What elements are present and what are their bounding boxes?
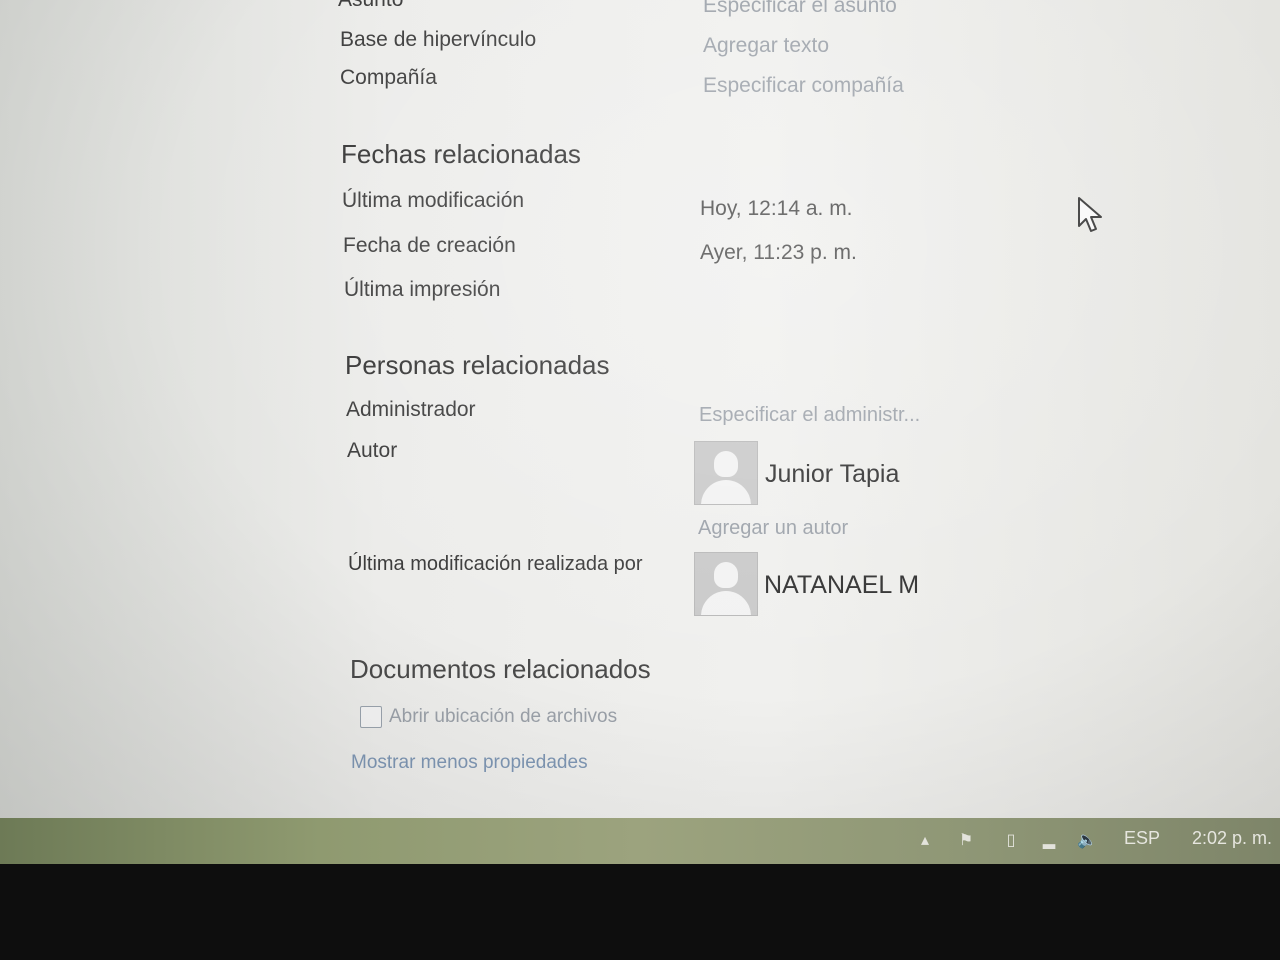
section-heading-dates: Fechas relacionadas — [341, 139, 581, 169]
last-modified-by-avatar — [694, 552, 758, 616]
prop-label-hyperlink-base: Base de hipervínculo — [340, 28, 537, 51]
prop-label-company: Compañía — [340, 66, 437, 89]
avatar-body-shape — [701, 480, 751, 504]
prop-label-created: Fecha de creación — [343, 234, 516, 257]
clock[interactable]: 2:02 p. m. — [1192, 828, 1272, 849]
prop-label-last-modified: Última modificación — [342, 189, 525, 212]
volume-icon[interactable]: 🔈 — [1076, 830, 1098, 852]
avatar-head-shape — [714, 562, 738, 588]
author-name[interactable]: Junior Tapia — [765, 460, 899, 489]
prop-label-author: Autor — [347, 439, 398, 462]
avatar-head-shape — [714, 451, 738, 477]
mouse-pointer-icon — [1078, 197, 1102, 232]
prop-value-manager[interactable]: Especificar el administr... — [699, 404, 920, 427]
prop-label-last-modified-by: Última modificación realizada por — [348, 553, 643, 575]
prop-value-last-modified: Hoy, 12:14 a. m. — [700, 197, 853, 220]
avatar-body-shape — [701, 591, 751, 615]
battery-icon[interactable]: ▯ — [1000, 830, 1022, 852]
action-center-flag-icon[interactable]: ⚑ — [955, 830, 977, 852]
prop-label-subject: Asunto — [338, 0, 403, 12]
properties-panel: Asunto Especificar el asunto Base de hip… — [0, 0, 1280, 822]
prop-label-last-printed: Última impresión — [344, 278, 501, 301]
prop-label-manager: Administrador — [346, 398, 476, 421]
show-less-properties-link[interactable]: Mostrar menos propiedades — [351, 752, 588, 774]
open-location-icon[interactable] — [360, 706, 382, 728]
section-heading-documents: Documentos relacionados — [350, 654, 651, 684]
prop-value-company[interactable]: Especificar compañía — [703, 74, 904, 98]
prop-value-created: Ayer, 11:23 p. m. — [700, 241, 857, 264]
taskbar: ▴ ⚑ ▯ ▂ 🔈 ESP 2:02 p. m. — [0, 818, 1280, 864]
open-location-link[interactable]: Abrir ubicación de archivos — [389, 706, 617, 728]
prop-value-subject[interactable]: Especificar el asunto — [703, 0, 897, 18]
author-avatar — [694, 441, 758, 505]
language-indicator[interactable]: ESP — [1124, 828, 1160, 849]
prop-value-hyperlink-base[interactable]: Agregar texto — [703, 34, 829, 58]
last-modified-by-name[interactable]: NATANAEL M — [764, 571, 919, 600]
screen-glare — [0, 0, 1280, 822]
network-signal-icon[interactable]: ▂ — [1038, 830, 1060, 852]
add-author-link[interactable]: Agregar un autor — [698, 517, 848, 540]
show-hidden-icons-icon[interactable]: ▴ — [914, 830, 936, 852]
monitor-bezel — [0, 864, 1280, 960]
section-heading-people: Personas relacionadas — [345, 350, 610, 380]
